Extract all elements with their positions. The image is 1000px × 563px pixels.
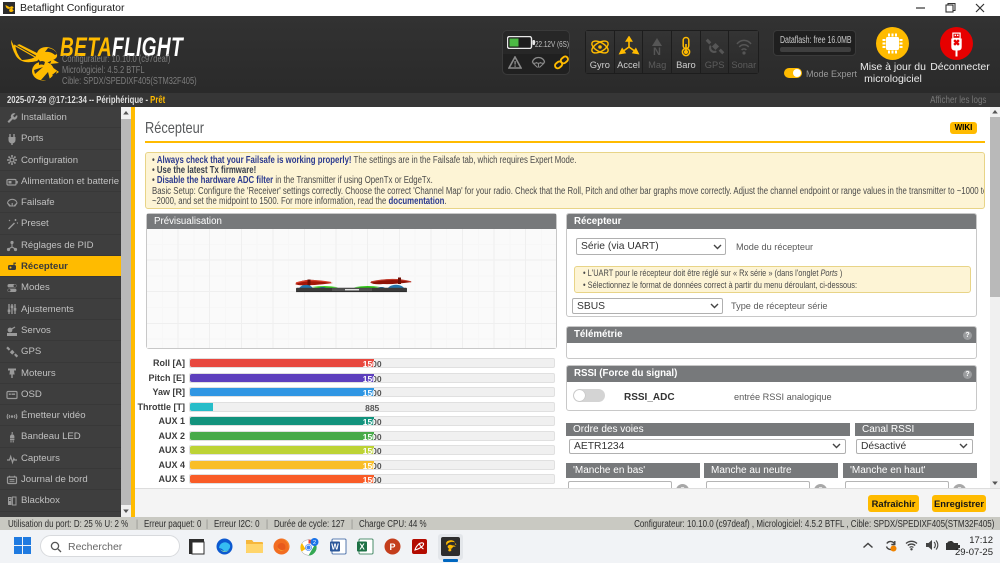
svg-text:W: W [331, 543, 339, 552]
svg-text:N: N [653, 46, 661, 58]
svg-text:2: 2 [313, 540, 316, 546]
svg-text:X: X [359, 543, 365, 552]
svg-text:P: P [389, 542, 395, 552]
